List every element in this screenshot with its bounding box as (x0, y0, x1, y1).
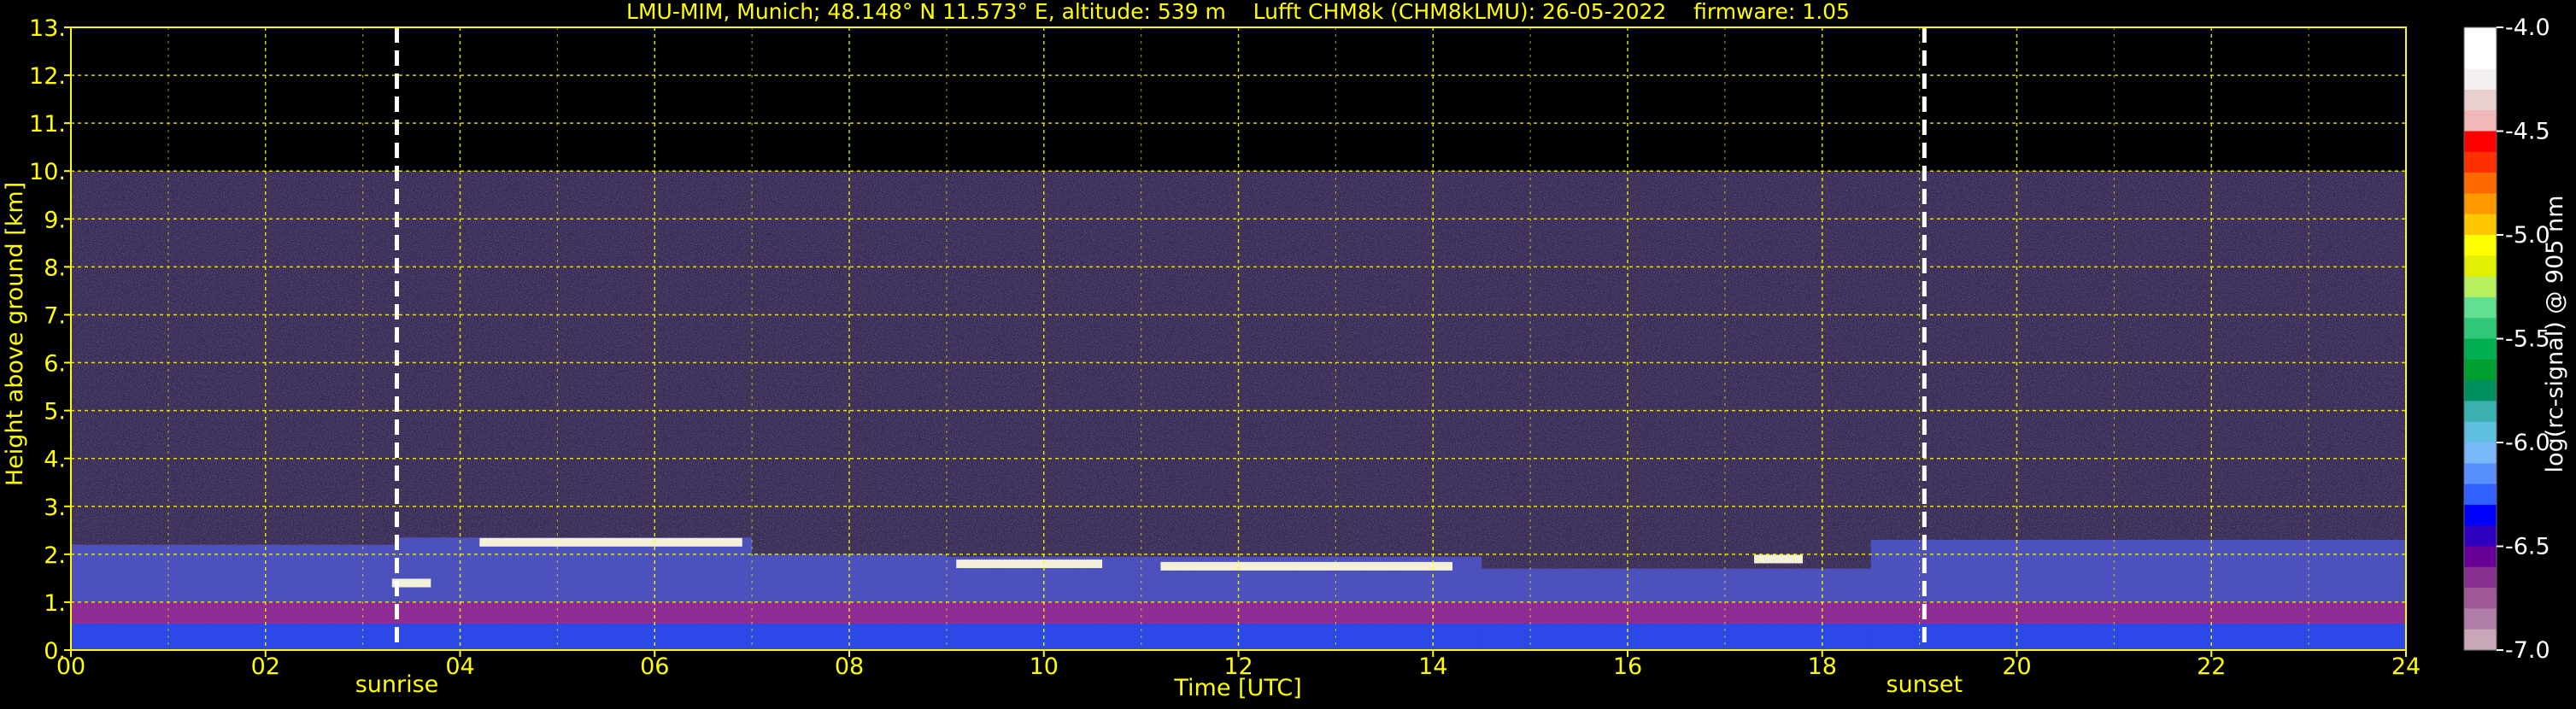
colorbar-segment (2464, 131, 2497, 153)
y-tick-label: 12. (29, 63, 66, 90)
x-tick-label: 08 (835, 653, 864, 680)
colorbar-segment (2464, 276, 2497, 298)
x-axis-label: Time [UTC] (1173, 675, 1301, 701)
colorbar-segment (2464, 629, 2497, 651)
sunrise-label: sunrise (355, 671, 439, 698)
colorbar-segment (2464, 318, 2497, 340)
colorbar-segment (2464, 193, 2497, 215)
cloud-base-segment (956, 560, 1103, 569)
y-tick-label: 3. (44, 495, 66, 521)
x-tick-label: 14 (1418, 653, 1447, 680)
boundary-layer-segment (71, 544, 397, 602)
y-tick-label: 0. (44, 638, 66, 665)
x-tick-label: 06 (640, 653, 669, 680)
colorbar-segment (2464, 504, 2497, 526)
colorbar-label: log(rc-signal) @ 905 nm (2542, 196, 2568, 473)
aerosol-layer-segment (946, 601, 1482, 624)
colorbar-segment (2464, 546, 2497, 568)
x-tick-label: 02 (251, 653, 280, 680)
colorbar-segment (2464, 68, 2497, 91)
y-axis-label: Height above ground [km] (2, 182, 28, 486)
x-tick-label: 18 (1808, 653, 1837, 680)
surface-layer-segment (1870, 624, 2406, 650)
chart-svg: sunrise sunset 00 02 04 06 08 10 12 14 16 18 20 22 24… (2, 0, 2568, 701)
y-tick-label: 13. (29, 15, 66, 42)
y-tick-label: 1. (44, 590, 66, 617)
colorbar-segment (2464, 89, 2497, 111)
y-tick-label: 5. (44, 399, 66, 425)
y-tick-label: 10. (29, 159, 66, 185)
colorbar-segment (2464, 48, 2497, 70)
surface-layer-segment (71, 624, 397, 650)
colorbar-segment (2464, 380, 2497, 401)
ceilometer-chart: sunrise sunset 00 02 04 06 08 10 12 14 16 18 20 22 24… (0, 0, 2576, 706)
colorbar-segment (2464, 421, 2497, 443)
colorbar-segment (2464, 27, 2497, 49)
colorbar-segment (2464, 608, 2497, 630)
x-tick-label: 10 (1030, 653, 1059, 680)
x-tick-label: 22 (2197, 653, 2226, 680)
colorbar-tick-label: -4.5 (2505, 119, 2550, 145)
y-axis: 0. 1. 2. 3. 4. 5. 6. 7. 8. 9. 10. 11. 12. 13. (29, 15, 71, 665)
y-tick-label: 8. (44, 255, 66, 281)
colorbar-segment (2464, 235, 2497, 256)
sunset-label: sunset (1887, 671, 1963, 698)
colorbar-segment (2464, 214, 2497, 236)
aerosol-layer-segment (752, 601, 947, 624)
surface-layer-segment (1482, 624, 1871, 650)
colorbar-segment (2464, 588, 2497, 609)
aerosol-layer-segment (1870, 601, 2406, 624)
colorbar-tick-label: -4.0 (2505, 15, 2550, 41)
colorbar-segment (2464, 255, 2497, 278)
surface-layer-segment (396, 624, 753, 650)
colorbar-segment (2464, 566, 2497, 589)
colorbar-segment (2464, 359, 2497, 381)
x-tick-label: 24 (2391, 653, 2421, 680)
colorbar-segment (2464, 442, 2497, 464)
colorbar-segment (2464, 151, 2497, 173)
x-tick-label: 04 (445, 653, 474, 680)
surface-layer-segment (946, 624, 1482, 650)
colorbar-tick-label: -7.0 (2505, 637, 2550, 664)
colorbar-segment (2464, 463, 2497, 485)
cloud-base-segment (1160, 561, 1453, 571)
aerosol-layer-segment (71, 601, 397, 624)
boundary-layer-segment (396, 537, 753, 602)
boundary-layer-segment (1870, 540, 2406, 602)
y-tick-label: 6. (44, 351, 66, 378)
colorbar: -4.0-4.5-5.0-5.5-6.0-6.5-7.0 (2463, 15, 2550, 664)
y-tick-label: 2. (44, 542, 66, 569)
cloud-base-segment (1754, 554, 1803, 564)
colorbar-segment (2464, 483, 2497, 506)
y-tick-label: 4. (44, 447, 66, 473)
cloud-base-segment (479, 537, 742, 547)
y-tick-label: 9. (44, 207, 66, 233)
y-tick-label: 11. (29, 111, 66, 138)
colorbar-segment (2464, 110, 2497, 132)
colorbar-segment (2464, 401, 2497, 423)
colorbar-segment (2464, 525, 2497, 548)
chart-title: LMU-MIM, Munich; 48.148° N 11.573° E, al… (626, 0, 1850, 24)
x-tick-label: 20 (2002, 653, 2031, 680)
colorbar-segment (2464, 173, 2497, 194)
colorbar-segment (2464, 296, 2497, 319)
colorbar-segment (2464, 338, 2497, 360)
aerosol-layer-segment (1482, 601, 1871, 624)
x-tick-label: 16 (1613, 653, 1642, 680)
boundary-layer-segment (1482, 568, 1871, 602)
aerosol-layer-segment (396, 601, 753, 624)
y-tick-label: 7. (44, 302, 66, 329)
colorbar-tick-label: -6.5 (2505, 534, 2550, 560)
